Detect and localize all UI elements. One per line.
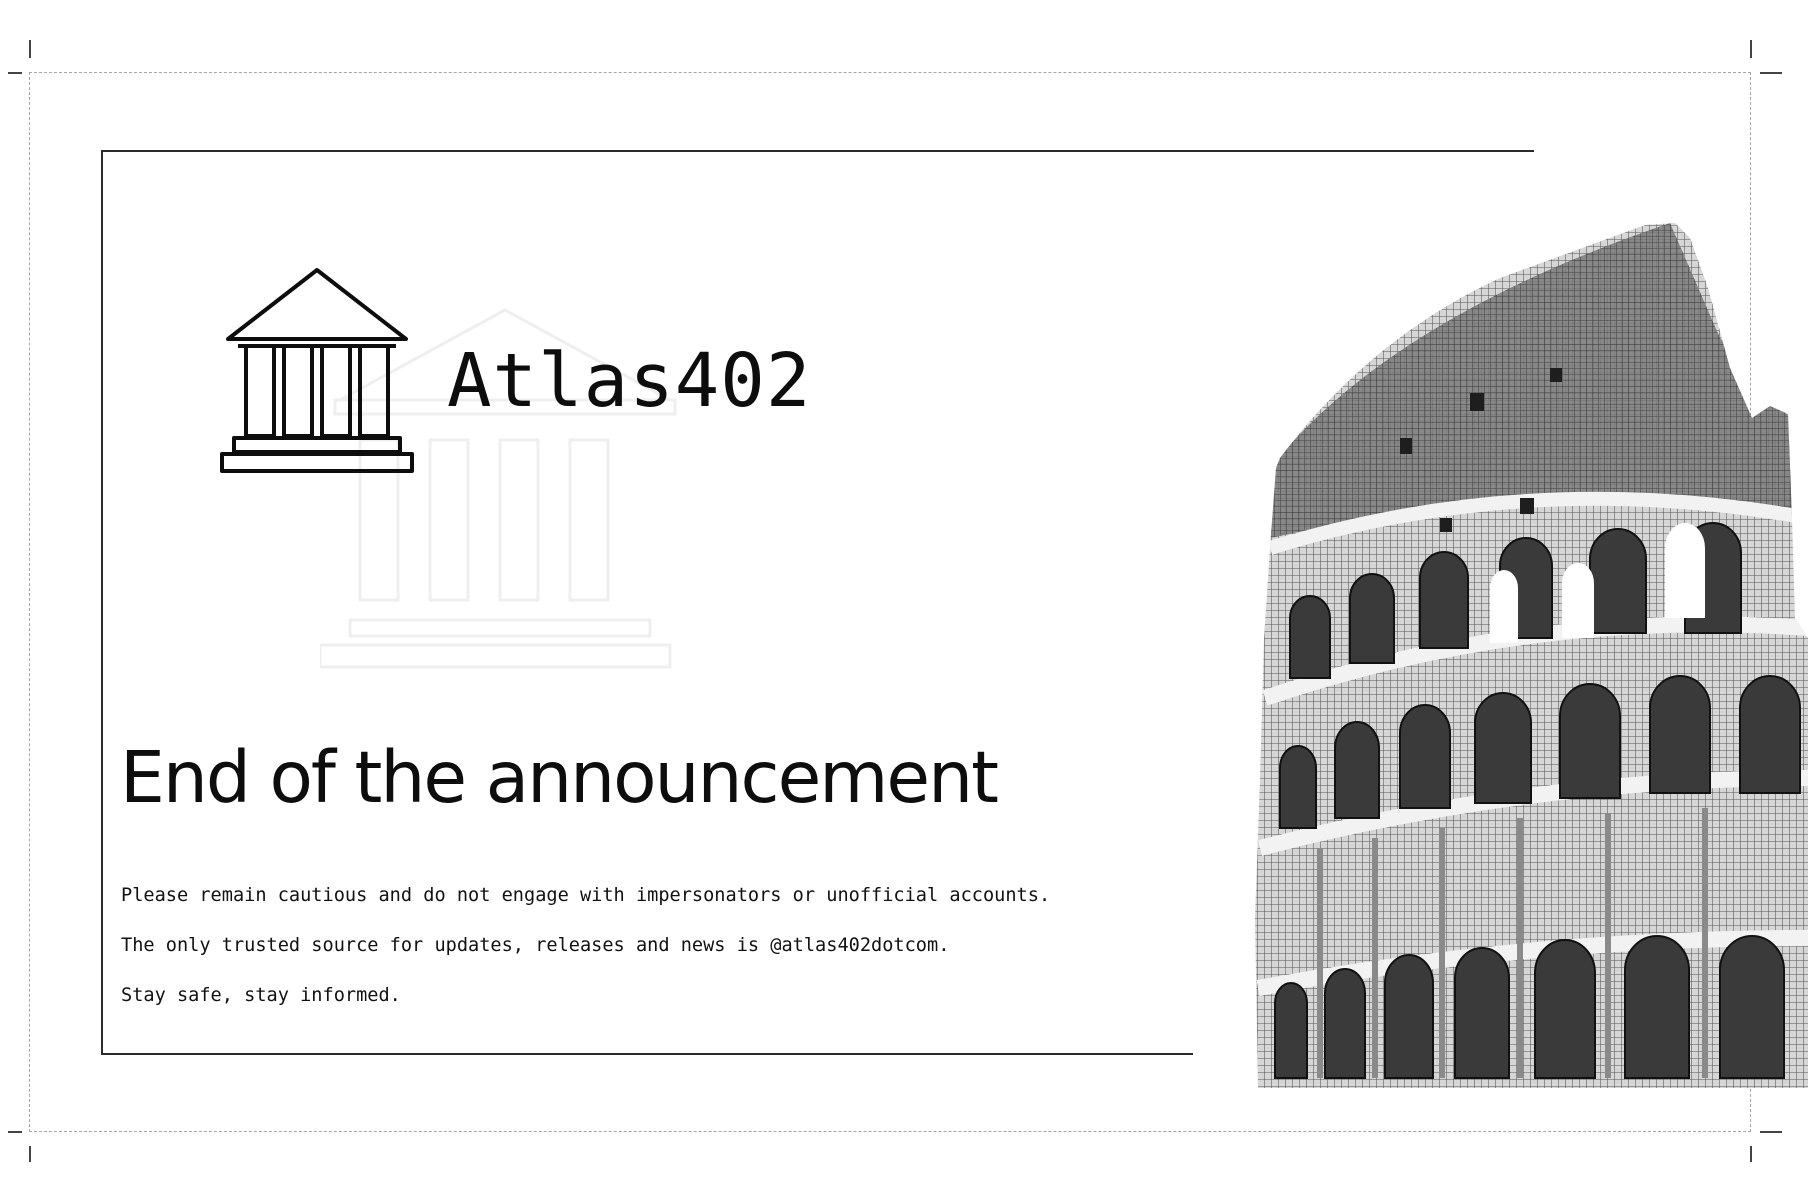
crop-mark: [29, 1146, 31, 1162]
announcement-line: The only trusted source for updates, rel…: [121, 935, 950, 956]
announcement-line: Please remain cautious and do not engage…: [121, 885, 1051, 906]
crop-mark: [1750, 1146, 1752, 1162]
crop-mark: [8, 72, 22, 74]
crop-mark: [1760, 1131, 1782, 1133]
crop-mark: [1760, 72, 1782, 74]
announcement-heading: End of the announcement: [120, 736, 999, 819]
crop-mark: [8, 1131, 22, 1133]
colosseum-icon: [1255, 223, 1808, 1088]
brand-name: Atlas402: [447, 338, 812, 424]
crop-mark: [29, 40, 31, 58]
card-left-border: [101, 150, 103, 1054]
card-bottom-border: [101, 1053, 1193, 1055]
announcement-line: Stay safe, stay informed.: [121, 985, 401, 1006]
card-top-border: [101, 150, 1534, 152]
crop-mark: [1750, 40, 1752, 58]
temple-columns-icon: [220, 268, 414, 473]
